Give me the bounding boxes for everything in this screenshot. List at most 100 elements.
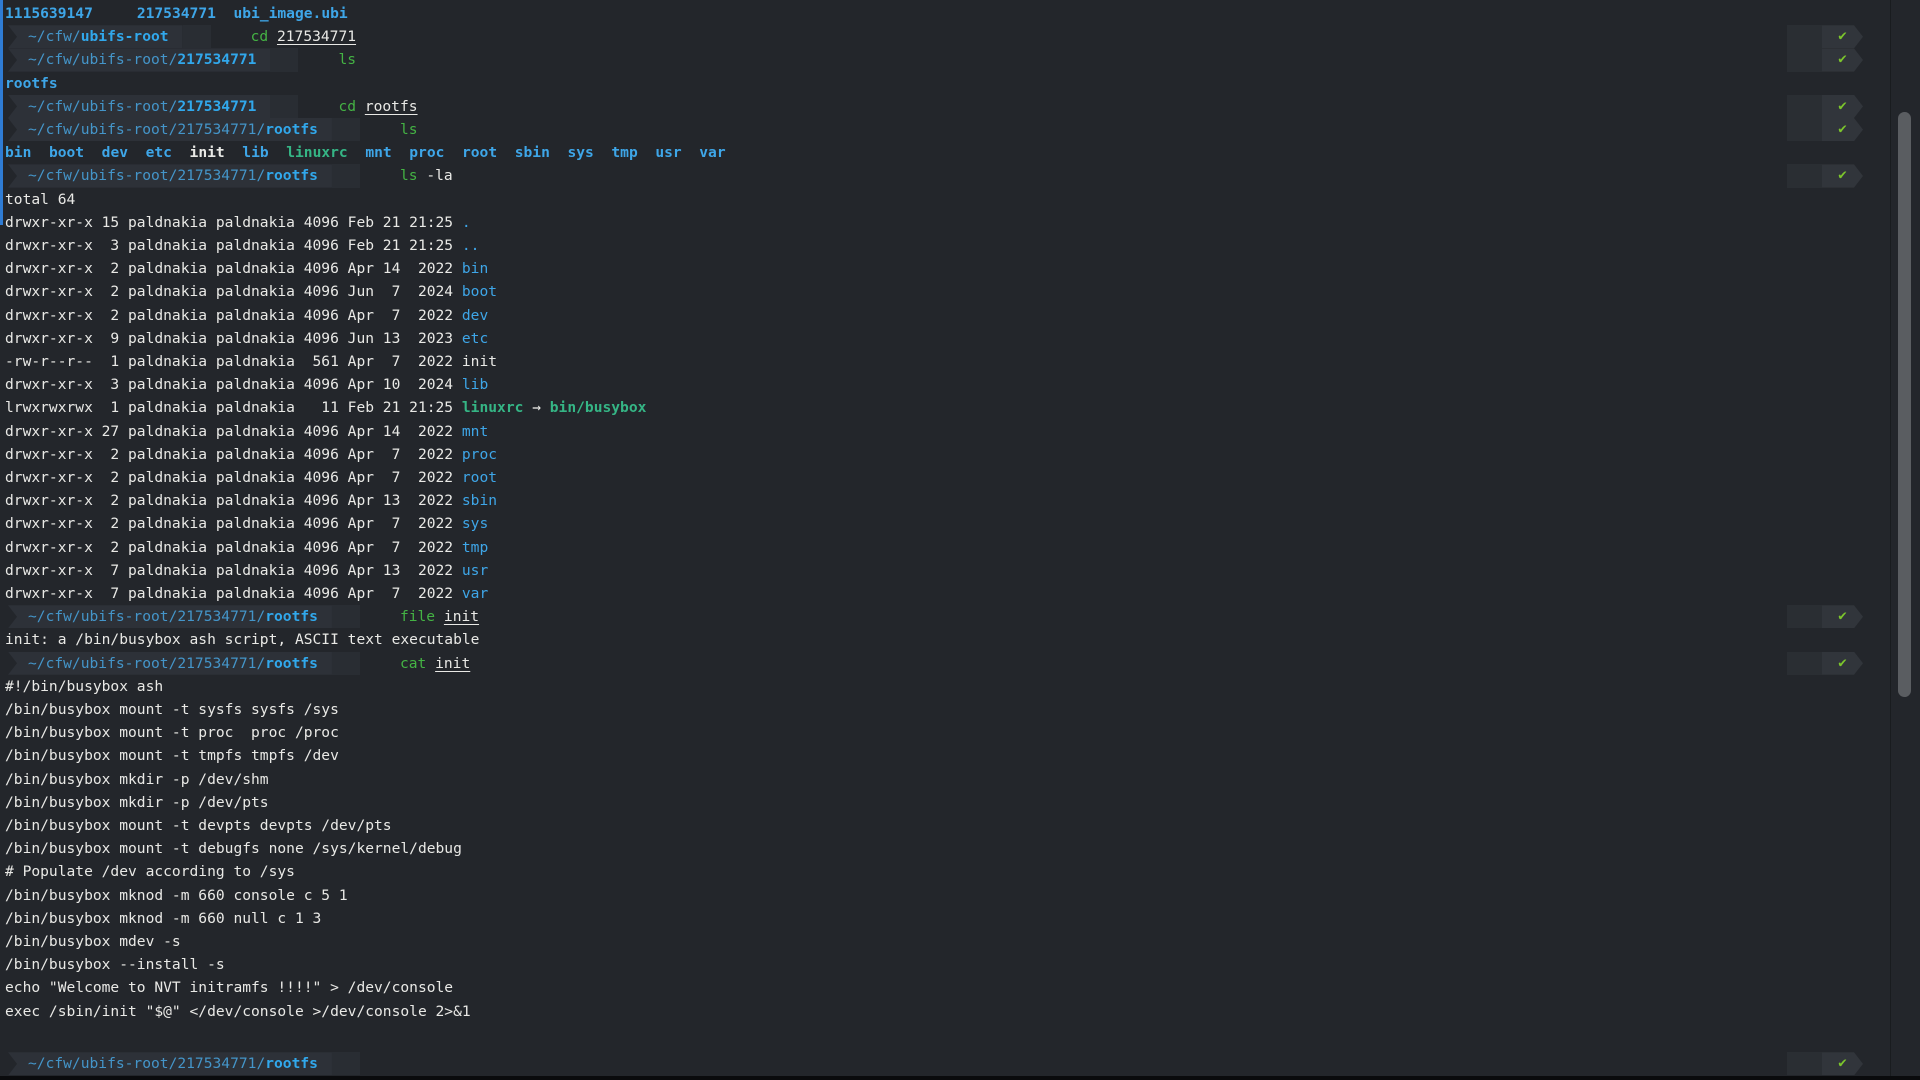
directory-name: lib	[242, 144, 268, 161]
output-text: drwxr-xr-x 2 paldnakia paldnakia 4096 Ap…	[5, 539, 462, 556]
check-success-icon: ✔	[1838, 1052, 1846, 1075]
selected-block-indicator-bar	[0, 0, 3, 225]
prompt-line[interactable]: ~/cfw/ubifs-root/217534771/rootfs ✔	[0, 1052, 1885, 1075]
output-text: /bin/busybox mount -t debugfs none /sys/…	[5, 840, 462, 857]
terminal-output-line: drwxr-xr-x 2 paldnakia paldnakia 4096 Ap…	[0, 443, 1885, 466]
output-text: drwxr-xr-x 2 paldnakia paldnakia 4096 Ap…	[5, 492, 462, 509]
prompt-path-chip[interactable]: ~/cfw/ubifs-root/217534771/rootfs	[8, 118, 332, 141]
terminal-bottom-divider	[0, 1076, 1920, 1080]
command-status-indicator: ✔	[1787, 48, 1863, 71]
symlink-name: linuxrc	[286, 144, 348, 161]
status-chip-segment	[1787, 25, 1822, 48]
status-chip-arrow: ✔	[1822, 1052, 1863, 1075]
status-chip-arrow: ✔	[1822, 95, 1863, 118]
output-text: /bin/busybox mount -t proc proc /proc	[5, 724, 339, 741]
terminal-output-line: /bin/busybox mount -t debugfs none /sys/…	[0, 837, 1885, 860]
output-text	[497, 144, 515, 161]
output-text	[216, 5, 234, 22]
command-status-indicator: ✔	[1787, 25, 1863, 48]
terminal-output-line: /bin/busybox mount -t tmpfs tmpfs /dev	[0, 744, 1885, 767]
output-text: drwxr-xr-x 3 paldnakia paldnakia 4096 Ap…	[5, 376, 462, 393]
prompt-command: cat	[400, 652, 426, 675]
directory-name: sbin	[515, 144, 550, 161]
output-text	[550, 144, 568, 161]
arg-space	[268, 25, 277, 48]
command-text[interactable]: ls -la	[400, 164, 453, 187]
check-success-icon: ✔	[1838, 164, 1846, 187]
output-text	[348, 144, 366, 161]
prompt-gap	[360, 164, 400, 187]
status-chip-arrow: ✔	[1822, 48, 1863, 71]
status-chip-segment	[1787, 118, 1822, 141]
output-text: →	[523, 399, 549, 416]
prompt-path-chip[interactable]: ~/cfw/ubifs-root/217534771	[8, 48, 270, 71]
prompt-path-chip[interactable]: ~/cfw/ubifs-root/217534771/rootfs	[8, 652, 332, 675]
directory-name: mnt	[462, 423, 488, 440]
prompt-path-chip[interactable]: ~/cfw/ubifs-root/217534771/rootfs	[8, 1052, 332, 1075]
output-text	[31, 144, 49, 161]
prompt-path-dir: rootfs	[265, 118, 318, 141]
output-text: #!/bin/busybox ash	[5, 678, 163, 695]
terminal-output-line: 1115639147 217534771 ubi_image.ubi	[0, 2, 1885, 25]
command-text[interactable]: ls	[338, 48, 356, 71]
directory-name: ubi_image.ubi	[233, 5, 347, 22]
output-text: drwxr-xr-x 2 paldnakia paldnakia 4096 Ap…	[5, 307, 462, 324]
output-text: /bin/busybox mknod -m 660 console c 5 1	[5, 887, 348, 904]
output-text	[682, 144, 700, 161]
command-status-indicator: ✔	[1787, 1052, 1863, 1075]
prompt-chip-segment	[270, 48, 298, 71]
prompt-path-chip[interactable]: ~/cfw/ubifs-root/217534771/rootfs	[8, 164, 332, 187]
terminal-output-line: echo "Welcome to NVT initramfs !!!!" > /…	[0, 976, 1885, 999]
output-text	[638, 144, 656, 161]
prompt-path-prefix: ~/cfw/	[28, 25, 81, 48]
terminal-output-line: total 64	[0, 188, 1885, 211]
directory-name: dev	[462, 307, 488, 324]
output-text: drwxr-xr-x 7 paldnakia paldnakia 4096 Ap…	[5, 585, 462, 602]
directory-name: mnt	[365, 144, 391, 161]
status-chip-segment	[1787, 48, 1822, 71]
output-text: total 64	[5, 191, 75, 208]
command-text[interactable]: ls	[400, 118, 418, 141]
terminal-output-line: drwxr-xr-x 27 paldnakia paldnakia 4096 A…	[0, 420, 1885, 443]
prompt-arg: -la	[426, 164, 452, 187]
prompt-path-chip[interactable]: ~/cfw/ubifs-root/217534771/rootfs	[8, 605, 332, 628]
output-text: init: a /bin/busybox ash script, ASCII t…	[5, 631, 479, 648]
prompt-line[interactable]: ~/cfw/ubifs-root/217534771/rootfsls✔	[0, 118, 1885, 141]
output-text	[172, 144, 190, 161]
scrollbar-track[interactable]	[1890, 0, 1891, 1080]
prompt-path-dir: rootfs	[265, 164, 318, 187]
prompt-line[interactable]: ~/cfw/ubifs-root cd 217534771 ✔	[0, 25, 1885, 48]
prompt-gap	[360, 118, 400, 141]
terminal-output-line: drwxr-xr-x 15 paldnakia paldnakia 4096 F…	[0, 211, 1885, 234]
terminal-output-line: drwxr-xr-x 2 paldnakia paldnakia 4096 Ap…	[0, 489, 1885, 512]
prompt-path-chip[interactable]: ~/cfw/ubifs-root	[8, 25, 183, 48]
output-text: drwxr-xr-x 2 paldnakia paldnakia 4096 Ju…	[5, 283, 462, 300]
output-text: /bin/busybox mdev -s	[5, 933, 181, 950]
prompt-line[interactable]: ~/cfw/ubifs-root/217534771 ls ✔	[0, 48, 1885, 71]
prompt-line[interactable]: ~/cfw/ubifs-root/217534771/rootfs file in…	[0, 605, 1885, 628]
prompt-command: cd	[338, 95, 356, 118]
prompt-path-prefix: ~/cfw/ubifs-root/	[28, 95, 177, 118]
command-text[interactable]: cd rootfs	[338, 95, 417, 118]
terminal-output-line: drwxr-xr-x 2 paldnakia paldnakia 4096 Ap…	[0, 257, 1885, 280]
terminal-output-line: drwxr-xr-x 7 paldnakia paldnakia 4096 Ap…	[0, 582, 1885, 605]
prompt-line[interactable]: ~/cfw/ubifs-root/217534771/rootfs ls -la ✔	[0, 164, 1885, 187]
terminal-viewport: 1115639147 217534771 ubi_image.ubi~/cfw/…	[0, 0, 1920, 1080]
prompt-gap	[360, 652, 400, 675]
command-text[interactable]: file init	[400, 605, 479, 628]
prompt-chip-segment	[183, 25, 211, 48]
prompt-path-chip[interactable]: ~/cfw/ubifs-root/217534771	[8, 95, 270, 118]
directory-name: etc	[146, 144, 172, 161]
prompt-line[interactable]: ~/cfw/ubifs-root/217534771 cd rootfs ✔	[0, 95, 1885, 118]
command-text[interactable]: cd 217534771	[251, 25, 356, 48]
status-chip-segment	[1787, 1052, 1822, 1075]
scrollbar-thumb[interactable]	[1898, 112, 1911, 697]
prompt-command: ls	[400, 118, 418, 141]
status-chip-segment	[1787, 605, 1822, 628]
prompt-path-dir: rootfs	[265, 1052, 318, 1075]
arg-space	[356, 95, 365, 118]
prompt-line[interactable]: ~/cfw/ubifs-root/217534771/rootfs cat ini…	[0, 652, 1885, 675]
directory-name: rootfs	[5, 75, 58, 92]
command-text[interactable]: cat init	[400, 652, 470, 675]
prompt-gap	[211, 25, 251, 48]
